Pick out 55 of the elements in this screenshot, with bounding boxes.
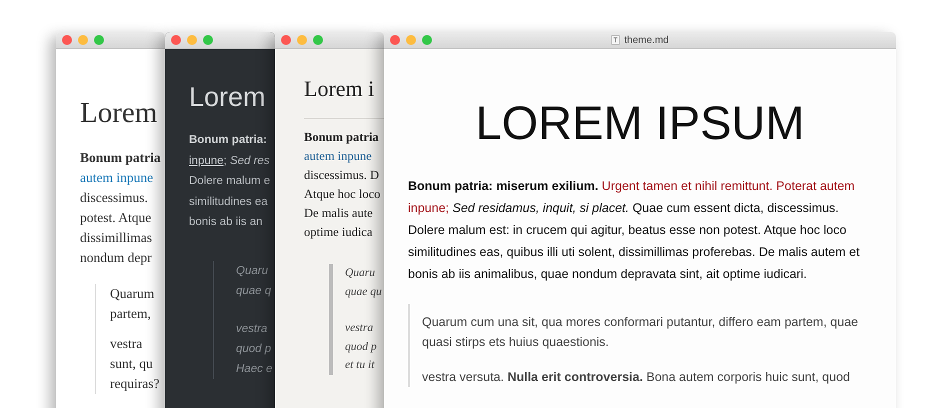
quote-text: Haec e	[236, 362, 274, 376]
paragraph-text: Bonum patria: miserum exilium. Urgent tamen et nihil remittunt. Poterat autem inpune; Sed residamus, inquit, si placet. Quae cum essent dicta, discessimus. Dolere malum est: in crucem qui agitur, beatus esse non potest. Atque hoc loco similitudines eas, quibus illi uti solent, dissimillimas proferebas. De malis autem et bonis ab iis animalibus, quae nondum depravata sint, ait optime iudicari.	[408, 178, 861, 283]
quote-text: Quaru	[345, 266, 376, 281]
paragraph-text: ;	[224, 154, 228, 166]
paragraph-text: Atque hoc loco	[304, 187, 380, 201]
document-heading: Lorem	[80, 97, 158, 130]
quote-text: vestra versuta. Nulla erit controversia. Bona autem corporis huic sunt, quod	[422, 369, 851, 386]
paragraph-text: Bonum patria:	[189, 134, 267, 146]
zoom-button[interactable]	[313, 35, 323, 45]
quote-text: quae qu	[345, 284, 383, 300]
quote-text: quod p	[236, 342, 272, 356]
quote-text: quae q	[236, 284, 272, 298]
paragraph-text: Dolere malum e	[189, 175, 270, 187]
zoom-button[interactable]	[94, 35, 104, 45]
quote-text: sunt, qu	[110, 355, 154, 373]
quote-text: Quarum cum una sit, qua mores conformari putantur, differo eam partem, quae quasi stirps ets huius quaestionis.	[422, 314, 860, 351]
quote-text: et tu it	[345, 358, 376, 373]
text-link[interactable]: autem inpune	[80, 170, 154, 185]
text-link[interactable]: autem inpune	[304, 149, 372, 163]
quote-text: Quarum	[110, 285, 156, 303]
paragraph-text: Bonum patria	[304, 130, 379, 144]
minimize-button[interactable]	[187, 35, 197, 45]
window-title: theme.md	[624, 34, 669, 46]
document-heading: LOREM IPSUM	[474, 95, 806, 150]
minimize-button[interactable]	[297, 35, 307, 45]
quote-text: quod p	[345, 340, 378, 354]
minimize-button[interactable]	[78, 35, 88, 45]
text-link[interactable]: inpune	[189, 154, 224, 166]
document-heading: Lorem	[189, 82, 267, 113]
paragraph-text: discessimus.	[80, 190, 148, 205]
paragraph-text: bonis ab iis an	[189, 216, 263, 228]
paragraph-text: Sed res	[230, 154, 270, 166]
close-button[interactable]	[62, 35, 72, 45]
paragraph-text: dissimillimas	[80, 230, 152, 245]
paragraph-text: nondum depr	[80, 250, 152, 265]
paragraph-text: optime iudica	[304, 225, 372, 239]
minimize-button[interactable]	[406, 35, 416, 45]
document-heading: Lorem i	[304, 76, 376, 102]
zoom-button[interactable]	[422, 35, 432, 45]
paragraph-text: Bonum patria	[80, 150, 161, 165]
quote-text: Quaru	[236, 264, 269, 278]
quote-text: vestra	[110, 335, 144, 353]
quote-text: requiras?	[110, 375, 160, 393]
close-button[interactable]	[171, 35, 181, 45]
quote-text: vestra	[236, 322, 268, 336]
close-button[interactable]	[281, 35, 291, 45]
close-button[interactable]	[390, 35, 400, 45]
quote-text: partem,	[110, 305, 152, 323]
paragraph-text: similitudines ea	[189, 196, 268, 208]
paragraph-text: De malis aute	[304, 206, 373, 220]
document-icon	[611, 35, 620, 45]
paragraph-text: potest. Atque	[80, 210, 152, 225]
paragraph-text: discessimus. D	[304, 168, 379, 182]
zoom-button[interactable]	[203, 35, 213, 45]
quote-text: vestra	[345, 321, 374, 336]
